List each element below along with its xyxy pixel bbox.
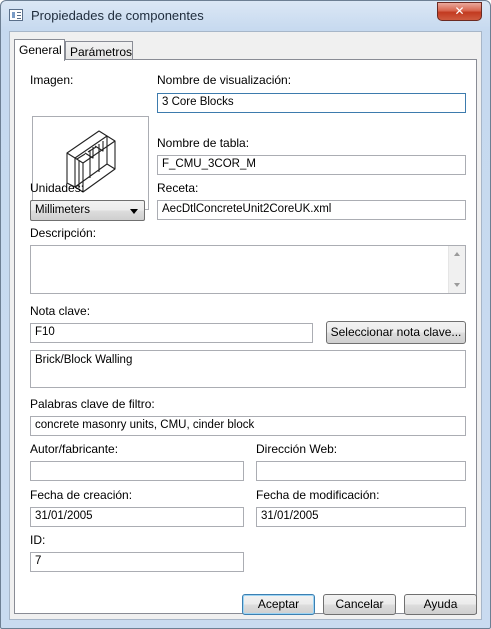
component-properties-dialog: Propiedades de componentes ✕ General Par… xyxy=(0,0,491,629)
image-label: Imagen: xyxy=(30,73,74,87)
web-address-label: Dirección Web: xyxy=(256,442,338,456)
general-panel: Imagen: Nombre de visualización: 3 Core … xyxy=(14,59,477,614)
keynote-description: Brick/Block Walling xyxy=(30,350,466,388)
description-label: Descripción: xyxy=(30,226,97,240)
author-label: Autor/fabricante: xyxy=(30,442,119,456)
filter-keywords-field[interactable]: concrete masonry units, CMU, cinder bloc… xyxy=(30,416,466,436)
filter-keywords-label: Palabras clave de filtro: xyxy=(30,397,155,411)
modified-date-field[interactable]: 31/01/2005 xyxy=(256,507,466,527)
table-name-field[interactable]: F_CMU_3COR_M xyxy=(157,155,466,175)
created-date-label: Fecha de creación: xyxy=(30,488,133,502)
author-field[interactable] xyxy=(30,461,244,481)
recipe-label: Receta: xyxy=(157,181,199,195)
dialog-icon xyxy=(9,9,23,21)
keynote-label: Nota clave: xyxy=(30,304,91,318)
block-icon xyxy=(66,130,116,193)
window-title: Propiedades de componentes xyxy=(31,8,204,23)
recipe-field[interactable]: AecDtlConcreteUnit2CoreUK.xml xyxy=(157,200,466,220)
cancel-button[interactable]: Cancelar xyxy=(323,594,396,615)
description-field[interactable] xyxy=(30,245,466,294)
ok-button[interactable]: Aceptar xyxy=(242,594,315,615)
component-image xyxy=(32,116,149,210)
id-label: ID: xyxy=(30,533,46,547)
tab-general[interactable]: General xyxy=(14,39,65,61)
help-button[interactable]: Ayuda xyxy=(404,594,477,615)
display-name-field[interactable]: 3 Core Blocks xyxy=(157,93,466,113)
table-name-label: Nombre de tabla: xyxy=(157,136,250,150)
scroll-down-icon[interactable] xyxy=(454,283,460,287)
keynote-field[interactable]: F10 xyxy=(30,323,313,343)
scroll-up-icon[interactable] xyxy=(454,252,460,256)
title-bar[interactable]: Propiedades de componentes ✕ xyxy=(1,1,490,31)
units-value: Millimeters xyxy=(35,204,90,216)
display-name-label: Nombre de visualización: xyxy=(157,73,292,87)
units-select[interactable]: Millimeters xyxy=(30,200,145,221)
close-button[interactable]: ✕ xyxy=(437,2,482,21)
chevron-down-icon xyxy=(130,209,138,214)
select-keynote-button[interactable]: Seleccionar nota clave... xyxy=(326,321,466,344)
created-date-field[interactable]: 31/01/2005 xyxy=(30,507,244,527)
tab-parameters[interactable]: Parámetros xyxy=(65,41,133,61)
units-label: Unidades: xyxy=(30,181,85,195)
description-scrollbar[interactable] xyxy=(448,246,465,293)
web-address-field[interactable] xyxy=(256,461,466,481)
dialog-body: General Parámetros Imagen: Nombre de vis… xyxy=(9,31,482,620)
id-field[interactable]: 7 xyxy=(30,552,244,572)
modified-date-label: Fecha de modificación: xyxy=(256,488,380,502)
